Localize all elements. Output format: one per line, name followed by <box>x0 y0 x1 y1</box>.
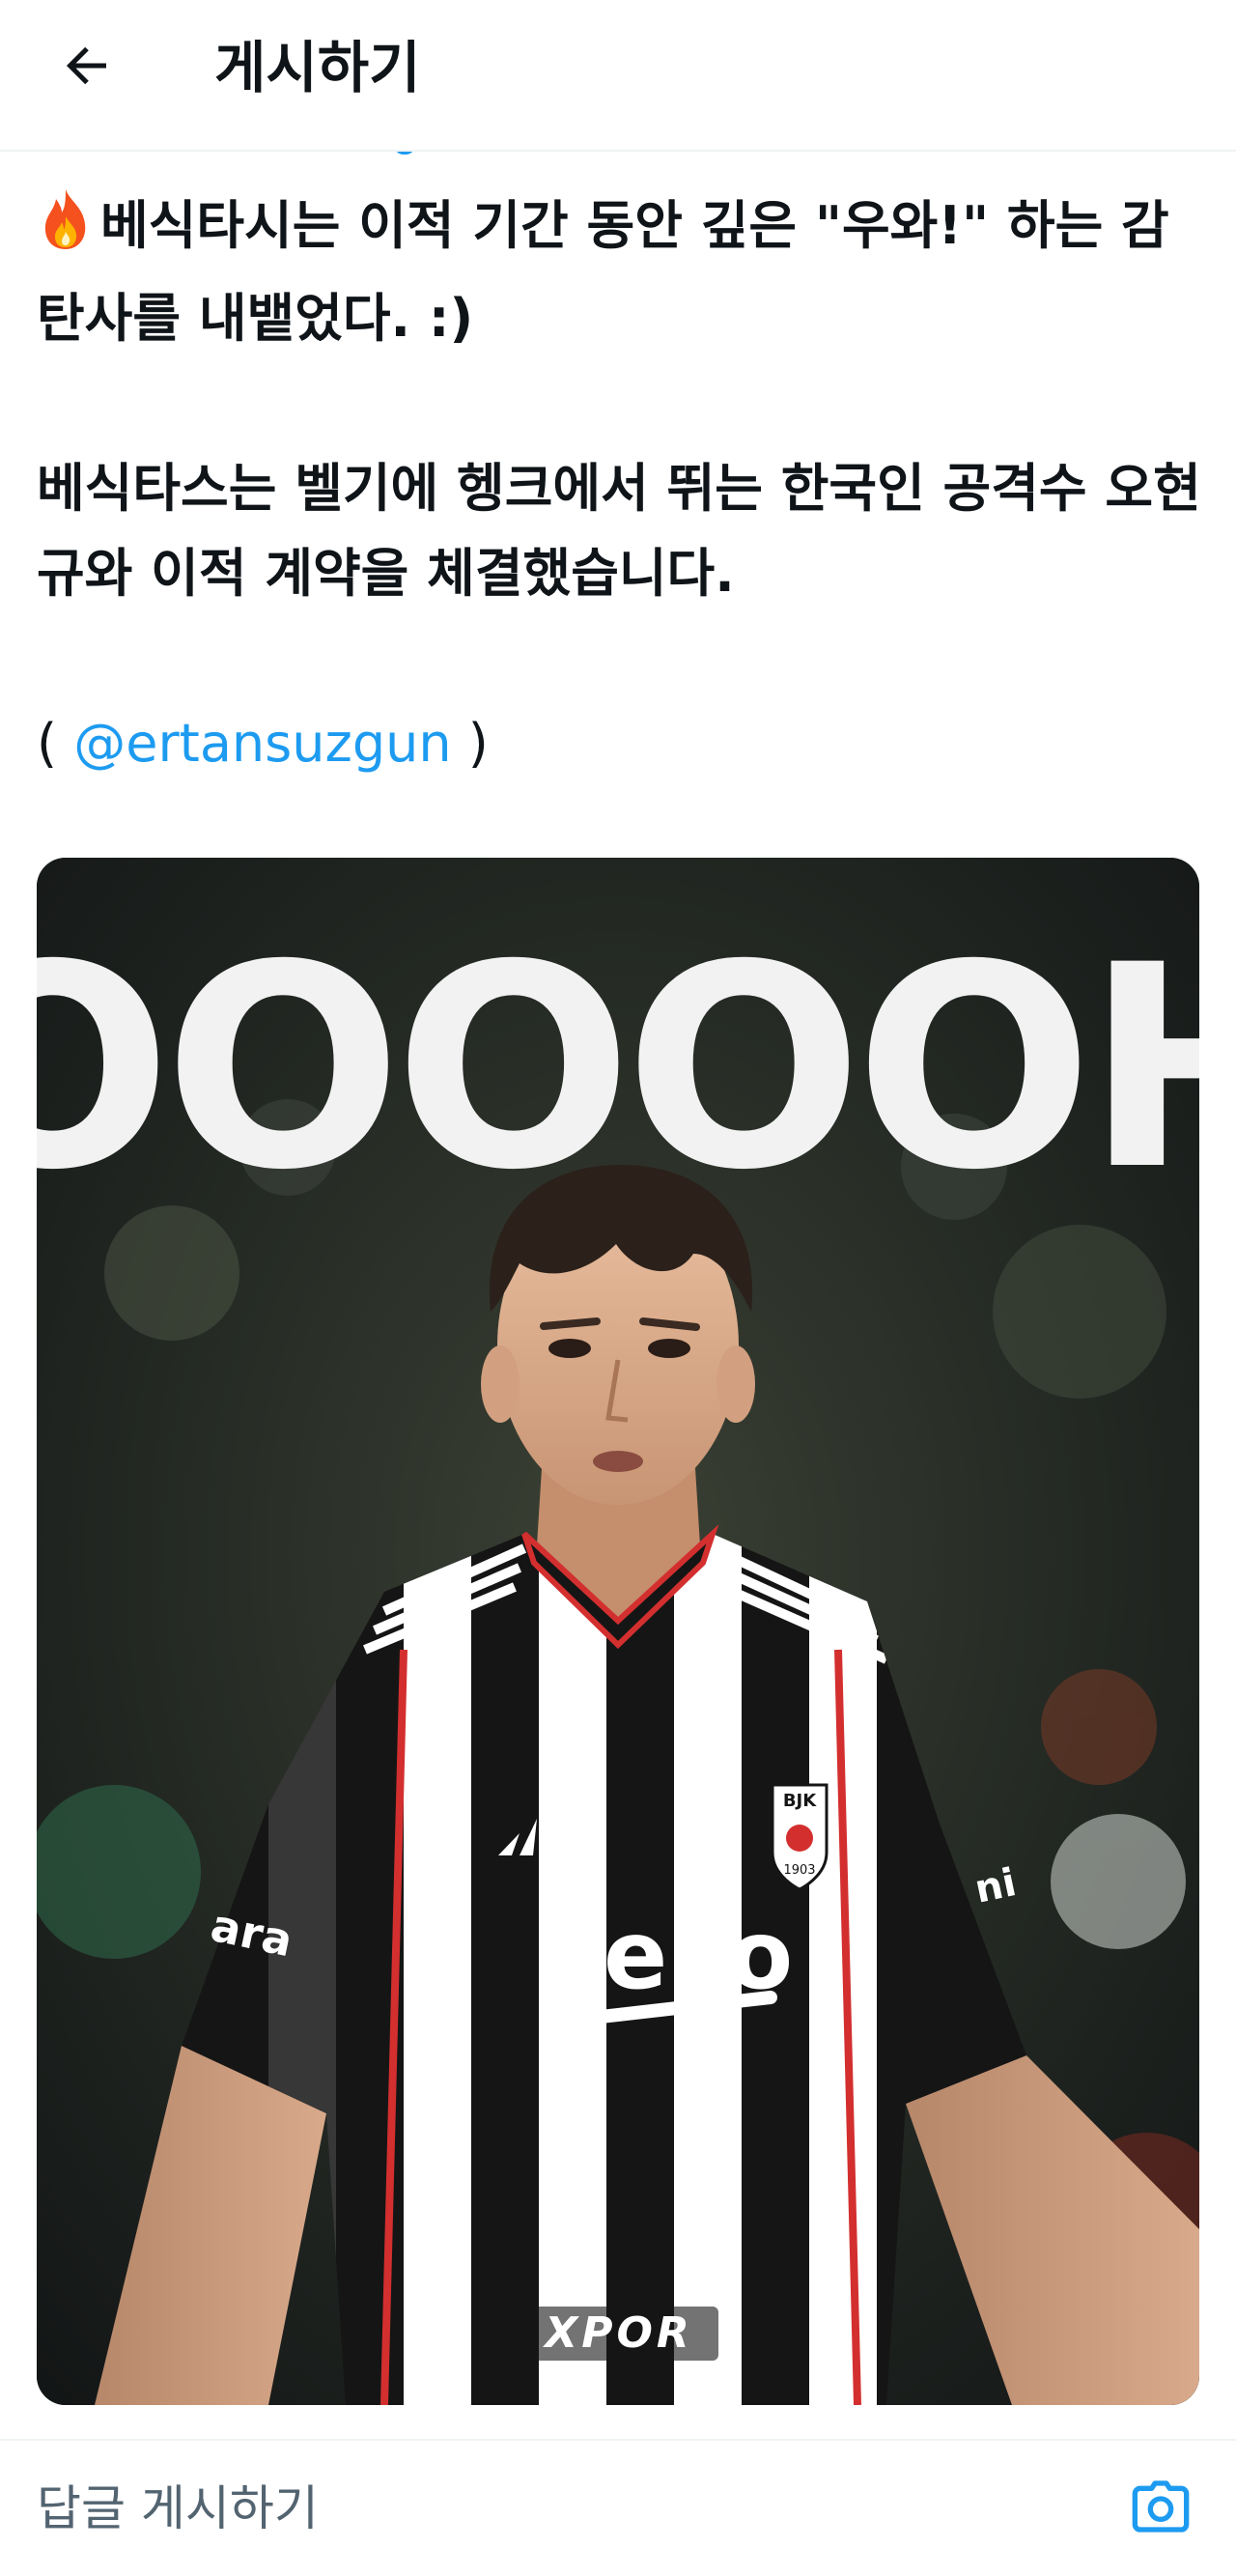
camera-button[interactable] <box>1122 2470 1199 2547</box>
arrow-left-icon <box>58 37 116 99</box>
reply-bar: 답글 게시하기 <box>0 2439 1236 2576</box>
player-photo: OOOOOH <box>37 858 1199 2405</box>
tweet-source: ( @ertansuzgun ) <box>37 701 1205 786</box>
top-bar: 게시하기 <box>0 0 1236 152</box>
camera-icon <box>1130 2476 1192 2541</box>
source-close: ) <box>451 713 489 774</box>
mention-link[interactable]: @ertansuzgun <box>73 713 451 774</box>
tweet-line-1: 베식타시는 이적 기간 동안 깊은 "우와!" 하는 감탄사를 내뱉었다. :) <box>37 195 1169 349</box>
tweet-paragraph-1: 베식타시는 이적 기간 동안 깊은 "우와!" 하는 감탄사를 내뱉었다. :) <box>37 184 1205 361</box>
back-button[interactable] <box>46 27 127 108</box>
tweet-line-2: 베식타스는 벨기에 헹크에서 뛰는 한국인 공격수 오현규와 이적 계약을 체결… <box>37 458 1201 604</box>
reply-input[interactable]: 답글 게시하기 <box>37 2470 319 2547</box>
watermark-text: XPOR <box>542 2308 692 2358</box>
crest-text: BJK <box>783 1791 817 1811</box>
tweet-body: 베식타시는 이적 기간 동안 깊은 "우와!" 하는 감탄사를 내뱉었다. :)… <box>37 184 1205 786</box>
page-title: 게시하기 <box>214 35 421 100</box>
fire-icon <box>37 187 100 276</box>
crest-year: 1903 <box>783 1863 815 1878</box>
source-open: ( <box>37 713 74 774</box>
tweet-image[interactable]: OOOOOH <box>37 858 1199 2405</box>
